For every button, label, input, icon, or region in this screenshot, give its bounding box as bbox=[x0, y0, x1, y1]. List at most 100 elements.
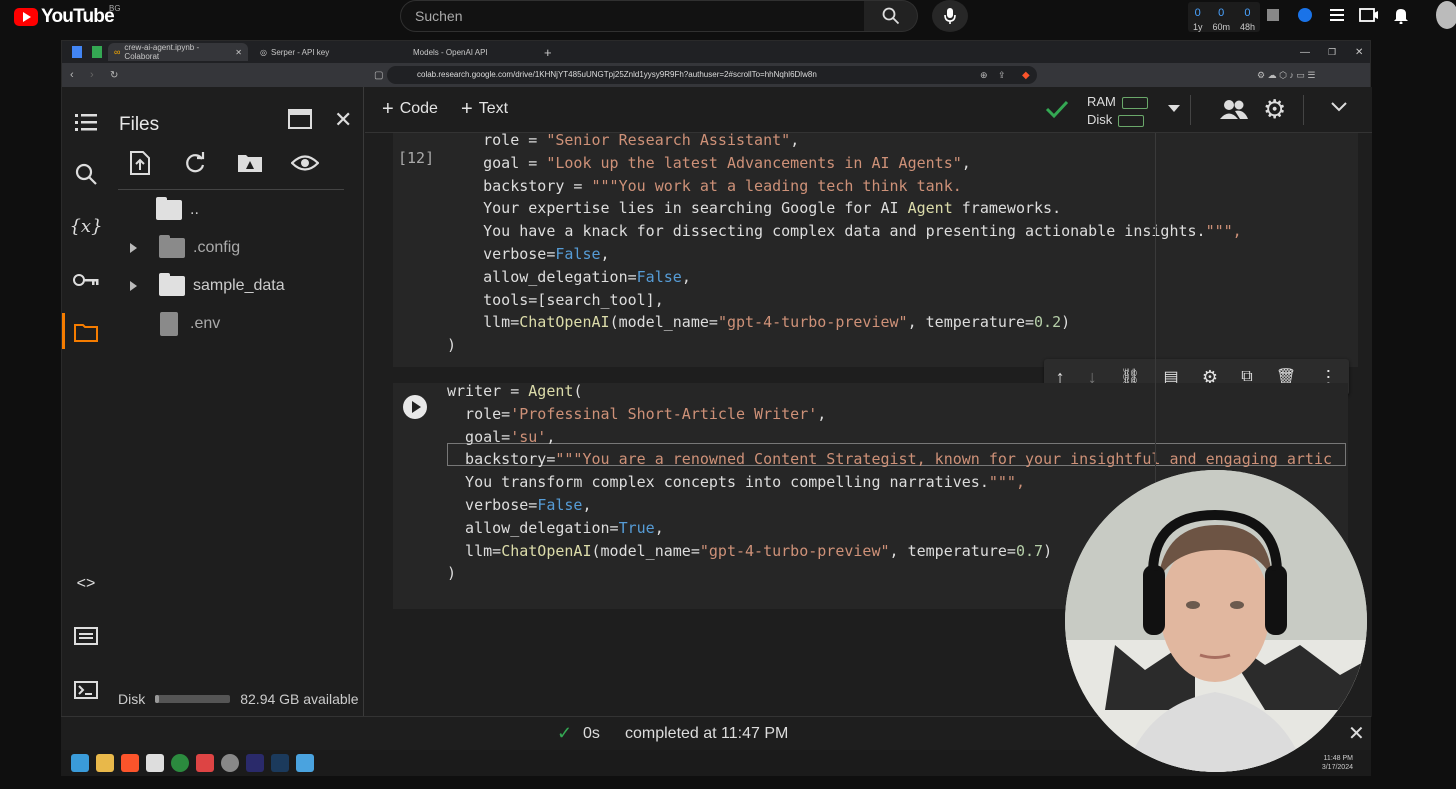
code-line[interactable]: verbose=False, bbox=[447, 243, 1242, 266]
colab-icon: ∞ bbox=[114, 47, 121, 57]
file-row-env[interactable]: .env bbox=[156, 309, 220, 339]
share-people-icon[interactable] bbox=[1220, 99, 1248, 124]
bookmark-icon[interactable]: ▢ bbox=[374, 70, 383, 81]
mount-drive-icon[interactable] bbox=[234, 147, 266, 179]
run-cell-button[interactable] bbox=[403, 395, 427, 419]
code-line[interactable]: goal='su', bbox=[447, 426, 1332, 449]
secrets-key-icon[interactable] bbox=[71, 265, 101, 295]
url-text: colab.research.google.com/drive/1KHNjYT4… bbox=[417, 70, 817, 79]
show-hidden-files-icon[interactable] bbox=[289, 147, 321, 179]
app-icon[interactable] bbox=[221, 754, 239, 772]
divider bbox=[118, 189, 344, 190]
close-tab-icon[interactable]: ✕ bbox=[235, 48, 242, 57]
code-cell-researcher[interactable]: [12] role = "Senior Research Assistant",… bbox=[393, 131, 1358, 367]
file-name: .config bbox=[193, 239, 241, 256]
app-icon[interactable] bbox=[171, 754, 189, 772]
user-avatar[interactable] bbox=[1436, 1, 1456, 29]
tab-sheets-icon[interactable] bbox=[86, 43, 108, 61]
code-line[interactable]: llm=ChatOpenAI(model_name="gpt-4-turbo-p… bbox=[447, 311, 1242, 334]
windows-start-icon[interactable] bbox=[71, 754, 89, 772]
add-code-cell-button[interactable]: + Code bbox=[382, 99, 438, 119]
screen-recorder-icon[interactable] bbox=[196, 754, 214, 772]
photoshop-icon[interactable] bbox=[271, 754, 289, 772]
extensions-icon[interactable]: ⚙ ☁ ⬡ ♪ ▭ ☰ bbox=[1257, 70, 1316, 81]
create-video-icon[interactable] bbox=[1358, 4, 1380, 26]
zoom-icon[interactable]: ⊕ bbox=[980, 70, 988, 81]
table-of-contents-icon[interactable] bbox=[71, 107, 101, 137]
file-row-sample-data[interactable]: sample_data bbox=[130, 271, 285, 301]
expand-caret-icon[interactable] bbox=[130, 281, 137, 291]
terminal-icon[interactable] bbox=[71, 675, 101, 705]
code-line[interactable]: backstory="""You are a renowned Content … bbox=[447, 448, 1332, 471]
minimize-icon[interactable]: — bbox=[1294, 43, 1316, 61]
address-bar-row: ‹ › ↻ ▢ colab.research.google.com/drive/… bbox=[62, 63, 1370, 87]
folder-icon[interactable] bbox=[71, 317, 101, 347]
tab-colab[interactable]: ∞ crew-ai-agent.ipynb - Colaborat ✕ bbox=[108, 43, 248, 61]
file-name: .. bbox=[190, 201, 199, 218]
clock-time: 11:48 PM bbox=[1323, 755, 1353, 762]
refresh-icon[interactable] bbox=[179, 147, 211, 179]
variables-icon[interactable]: {𝑥} bbox=[69, 211, 102, 241]
youtube-logo[interactable]: YouTube BG bbox=[14, 4, 121, 28]
extension-icon[interactable] bbox=[1294, 4, 1316, 26]
extension-stats[interactable]: 0 1y 0 60m 0 48h bbox=[1188, 2, 1260, 32]
webcam-overlay bbox=[1065, 470, 1367, 772]
code-line[interactable]: allow_delegation=False, bbox=[447, 266, 1242, 289]
tab-openai[interactable]: Models - OpenAI API bbox=[407, 43, 547, 61]
tab-serper[interactable]: ◎ Serper - API key bbox=[254, 43, 394, 61]
completed-time[interactable]: completed at 11:47 PM bbox=[625, 725, 788, 743]
open-in-tab-icon[interactable] bbox=[288, 109, 312, 134]
success-check-icon: ✓ bbox=[557, 723, 573, 743]
chart-icon[interactable] bbox=[1262, 4, 1284, 26]
reload-icon[interactable]: ↻ bbox=[110, 70, 118, 81]
settings-gear-icon[interactable]: ⚙ bbox=[1263, 96, 1286, 122]
upload-file-icon[interactable] bbox=[124, 147, 156, 179]
file-explorer-icon[interactable] bbox=[96, 754, 114, 772]
command-palette-icon[interactable] bbox=[71, 621, 101, 651]
code-line[interactable]: writer = Agent( bbox=[447, 380, 1332, 403]
disk-meter bbox=[155, 695, 231, 703]
notion-icon[interactable] bbox=[146, 754, 164, 772]
code-line[interactable]: role = "Senior Research Assistant", bbox=[447, 129, 1242, 152]
search-icon[interactable] bbox=[71, 159, 101, 189]
youtube-search-button[interactable] bbox=[864, 0, 918, 32]
runtime-dropdown-icon[interactable] bbox=[1168, 105, 1180, 112]
expand-caret-icon[interactable] bbox=[130, 243, 137, 253]
tab-docs-icon[interactable] bbox=[66, 43, 88, 61]
back-icon[interactable]: ‹ bbox=[70, 69, 74, 81]
cell-source[interactable]: role = "Senior Research Assistant", goal… bbox=[447, 129, 1242, 357]
brave-browser-icon[interactable] bbox=[121, 754, 139, 772]
code-line[interactable]: backstory = """You work at a leading tec… bbox=[447, 175, 1242, 198]
forward-icon[interactable]: › bbox=[90, 69, 94, 81]
maximize-icon[interactable]: ❐ bbox=[1322, 43, 1342, 61]
close-window-icon[interactable]: ✕ bbox=[1349, 43, 1369, 61]
notepad-icon[interactable] bbox=[296, 754, 314, 772]
voice-search-button[interactable] bbox=[932, 0, 968, 32]
code-line[interactable]: You have a knack for dissecting complex … bbox=[447, 220, 1242, 243]
share-icon[interactable]: ⇪ bbox=[998, 70, 1006, 81]
premiere-pro-icon[interactable] bbox=[246, 754, 264, 772]
menu-icon[interactable] bbox=[1326, 4, 1348, 26]
collapse-chevron-icon[interactable] bbox=[1331, 100, 1347, 118]
code-line[interactable]: goal = "Look up the latest Advancements … bbox=[447, 152, 1242, 175]
url-field[interactable]: colab.research.google.com/drive/1KHNjYT4… bbox=[387, 66, 1037, 84]
code-line[interactable]: Your expertise lies in searching Google … bbox=[447, 197, 1242, 220]
system-clock[interactable]: 11:48 PM 3/17/2024 bbox=[1322, 754, 1353, 772]
add-text-cell-button[interactable]: + Text bbox=[461, 99, 508, 119]
files-panel-title: Files bbox=[119, 114, 160, 135]
close-status-icon[interactable]: ✕ bbox=[1348, 721, 1365, 746]
code-snippets-icon[interactable]: <> bbox=[71, 569, 101, 599]
file-name: sample_data bbox=[193, 277, 285, 294]
close-panel-icon[interactable]: ✕ bbox=[334, 107, 352, 133]
folder-icon bbox=[156, 197, 182, 220]
code-line[interactable]: role='Professinal Short-Article Writer', bbox=[447, 403, 1332, 426]
code-line[interactable]: tools=[search_tool], bbox=[447, 289, 1242, 312]
resource-monitor[interactable]: RAM Disk bbox=[1087, 93, 1148, 129]
youtube-search-input[interactable]: Suchen bbox=[400, 0, 865, 32]
file-row-parent[interactable]: .. bbox=[156, 195, 199, 225]
code-line[interactable]: ) bbox=[447, 334, 1242, 357]
file-row-config[interactable]: .config bbox=[130, 233, 240, 263]
new-tab-button[interactable]: + bbox=[538, 43, 558, 61]
notifications-bell-icon[interactable] bbox=[1390, 4, 1412, 26]
brave-shield-icon[interactable]: ◆ bbox=[1022, 70, 1030, 81]
